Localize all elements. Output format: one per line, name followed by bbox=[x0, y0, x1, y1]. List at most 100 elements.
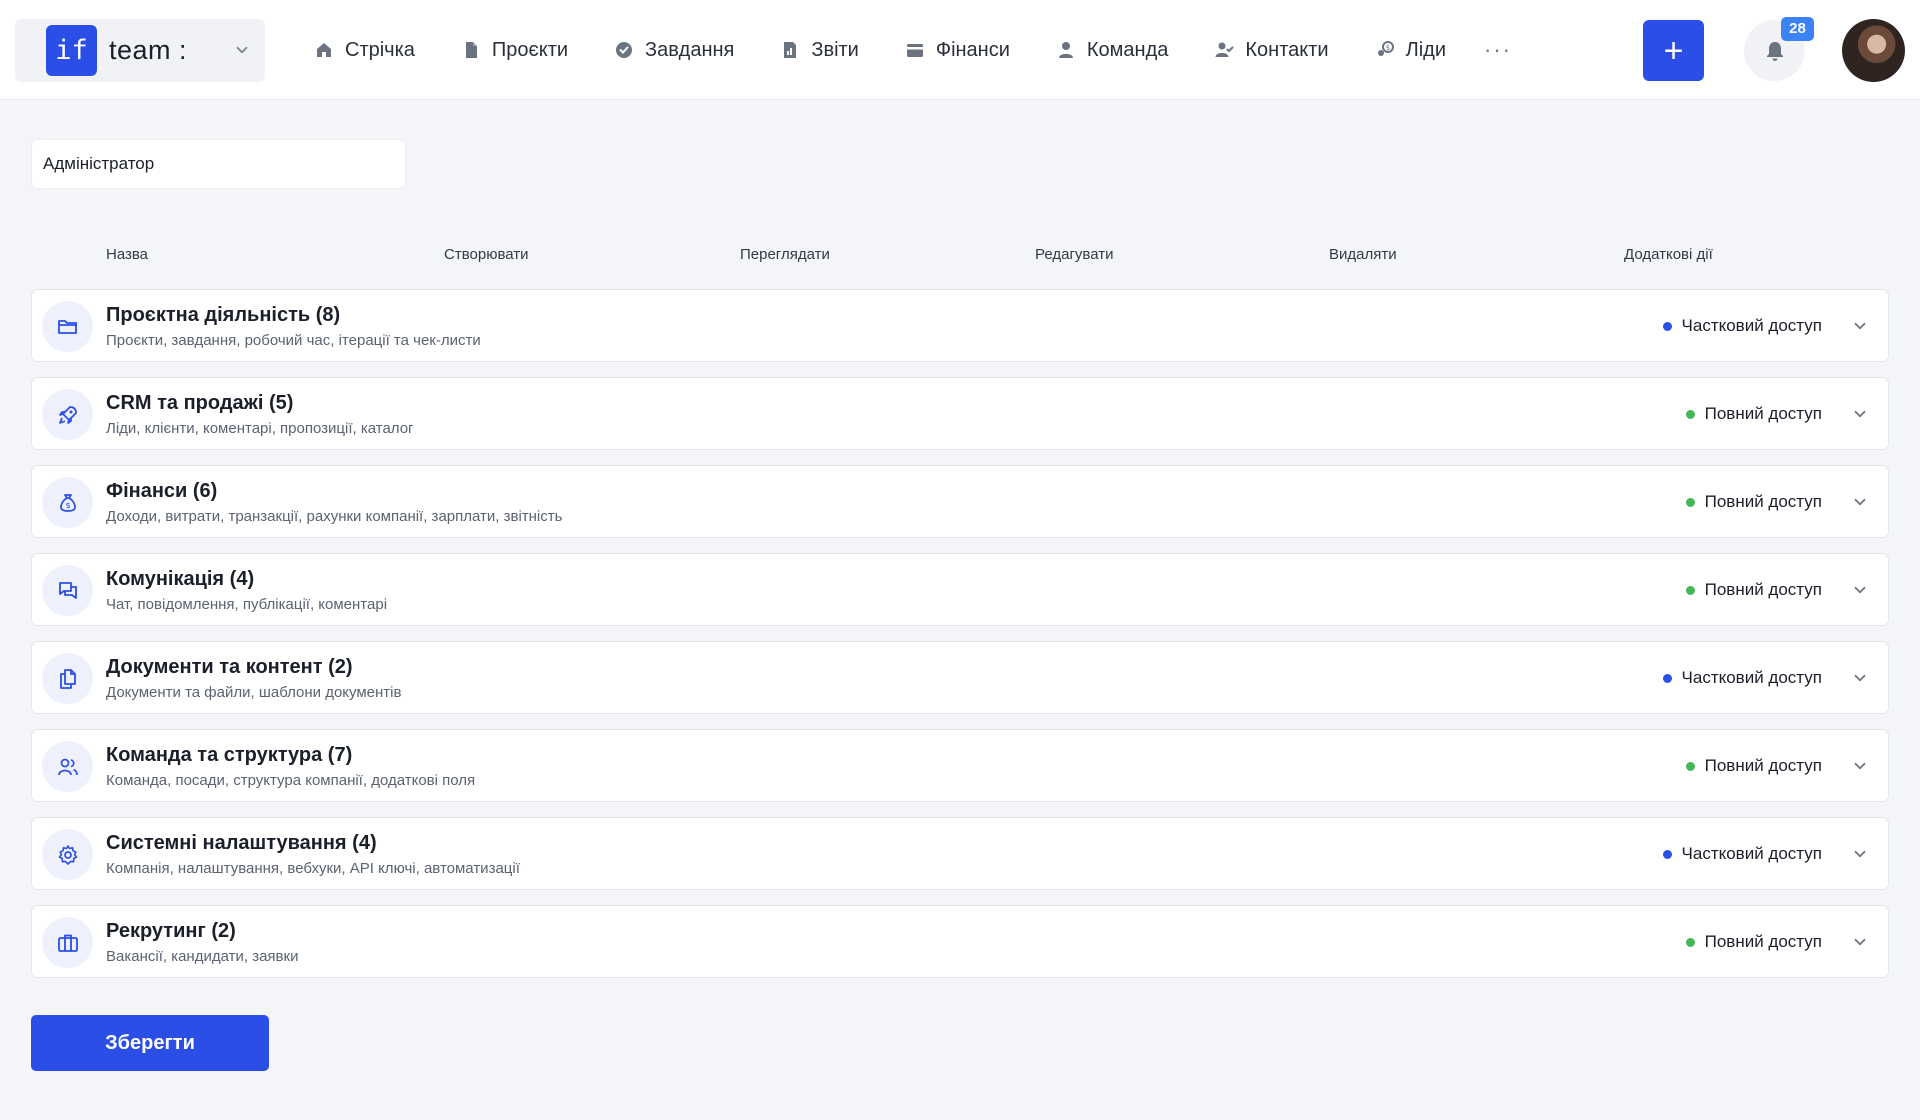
access-status-label: Частковий доступ bbox=[1681, 844, 1822, 863]
access-status-label: Повний доступ bbox=[1704, 932, 1822, 951]
money-bag-icon: $ bbox=[59, 493, 76, 512]
access-status-label: Повний доступ bbox=[1704, 756, 1822, 775]
access-status: Повний доступ bbox=[1685, 756, 1822, 776]
module-title: Системні налаштування (4) bbox=[106, 832, 377, 854]
status-dot bbox=[1685, 409, 1695, 419]
chevron-down-icon[interactable] bbox=[1851, 933, 1869, 951]
save-button[interactable]: Зберегти bbox=[31, 1015, 269, 1071]
module-row-system-settings[interactable]: Системні налаштування (4) Компанія, нала… bbox=[31, 817, 1889, 890]
contacts-icon bbox=[1214, 40, 1235, 60]
module-title: Документи та контент (2) bbox=[106, 656, 353, 678]
status-dot bbox=[1685, 937, 1695, 947]
access-status-label: Частковий доступ bbox=[1681, 316, 1822, 335]
module-description: Документи та файли, шаблони документів bbox=[106, 684, 402, 701]
wallet-icon bbox=[905, 40, 925, 60]
module-description: Вакансії, кандидати, заявки bbox=[106, 948, 299, 965]
top-header: if team : Стрічка Проєкти Завдання Звіти… bbox=[0, 0, 1920, 100]
module-description: Команда, посади, структура компанії, дод… bbox=[106, 772, 476, 789]
module-title: Рекрутинг (2) bbox=[106, 920, 236, 942]
chevron-down-icon[interactable] bbox=[1851, 581, 1869, 599]
nav-item-label: Проєкти bbox=[491, 38, 569, 61]
chevron-down-icon[interactable] bbox=[1851, 405, 1869, 423]
module-description: Проєкти, завдання, робочий час, ітерації… bbox=[106, 332, 481, 349]
module-row-communication[interactable]: Комунікація (4) Чат, повідомлення, публі… bbox=[31, 553, 1889, 626]
nav-item-team[interactable]: Команда bbox=[1056, 30, 1168, 70]
module-description: Доходи, витрати, транзакції, рахунки ком… bbox=[106, 508, 563, 525]
column-header-name: Назва bbox=[106, 246, 149, 263]
access-status: Повний доступ bbox=[1685, 404, 1822, 424]
module-row-recruiting[interactable]: Рекрутинг (2) Вакансії, кандидати, заявк… bbox=[31, 905, 1889, 978]
gear-icon bbox=[58, 844, 77, 865]
chevron-down-icon[interactable] bbox=[1851, 317, 1869, 335]
access-status: Повний доступ bbox=[1685, 932, 1822, 952]
module-row-documents[interactable]: Документи та контент (2) Документи та фа… bbox=[31, 641, 1889, 714]
status-dot bbox=[1662, 849, 1672, 859]
module-title: Фінанси (6) bbox=[106, 480, 218, 502]
access-status: Повний доступ bbox=[1685, 492, 1822, 512]
access-status: Частковий доступ bbox=[1662, 316, 1822, 336]
chevron-down-icon[interactable] bbox=[1851, 493, 1869, 511]
app-logo: if bbox=[46, 25, 97, 76]
access-status-label: Частковий доступ bbox=[1681, 668, 1822, 687]
status-dot bbox=[1662, 321, 1672, 331]
module-row-projects[interactable]: Проєктна діяльність (8) Проєкти, завданн… bbox=[31, 289, 1889, 362]
add-button[interactable]: + bbox=[1643, 20, 1704, 81]
nav-item-reports[interactable]: Звіти bbox=[780, 30, 859, 70]
notifications-badge: 28 bbox=[1781, 17, 1814, 41]
logo-text: if bbox=[55, 35, 88, 66]
team-icon bbox=[57, 758, 78, 775]
nav-item-projects[interactable]: Проєкти bbox=[461, 30, 568, 70]
module-title: Проєктна діяльність (8) bbox=[106, 304, 341, 326]
nav-item-label: Контакти bbox=[1245, 38, 1329, 61]
access-status-label: Повний доступ bbox=[1704, 492, 1822, 511]
briefcase-icon bbox=[57, 934, 78, 952]
column-header-view: Переглядати bbox=[740, 246, 830, 263]
svg-text:$: $ bbox=[65, 501, 70, 510]
module-title: Комунікація (4) bbox=[106, 568, 255, 590]
status-dot bbox=[1685, 497, 1695, 507]
module-row-crm[interactable]: CRM та продажі (5) Ліди, клієнти, комент… bbox=[31, 377, 1889, 450]
column-header-delete: Видаляти bbox=[1329, 246, 1397, 263]
nav-item-leads[interactable]: $ Ліди bbox=[1375, 30, 1446, 70]
workspace-switcher[interactable]: if team : bbox=[15, 19, 265, 82]
nav-item-label: Ліди bbox=[1405, 38, 1446, 61]
chevron-down-icon[interactable] bbox=[1851, 669, 1869, 687]
status-dot bbox=[1685, 585, 1695, 595]
more-nav-button[interactable]: ··· bbox=[1484, 37, 1512, 63]
module-row-team[interactable]: Команда та структура (7) Команда, посади… bbox=[31, 729, 1889, 802]
svg-text:$: $ bbox=[1385, 44, 1389, 52]
status-dot bbox=[1685, 761, 1695, 771]
nav-item-tasks[interactable]: Завдання bbox=[614, 30, 734, 70]
access-status: Частковий доступ bbox=[1662, 844, 1822, 864]
module-row-finance[interactable]: $ Фінанси (6) Доходи, витрати, транзакці… bbox=[31, 465, 1889, 538]
main-nav: Стрічка Проєкти Завдання Звіти Фінанси К… bbox=[314, 30, 1512, 70]
nav-item-label: Команда bbox=[1086, 38, 1169, 61]
access-status: Частковий доступ bbox=[1662, 668, 1822, 688]
nav-item-label: Стрічка bbox=[345, 38, 415, 61]
chevron-down-icon[interactable] bbox=[1851, 757, 1869, 775]
user-icon bbox=[1056, 40, 1076, 60]
role-name-input[interactable] bbox=[31, 139, 406, 189]
rocket-icon bbox=[58, 405, 77, 424]
folder-icon bbox=[57, 319, 77, 334]
leads-icon: $ bbox=[1375, 40, 1395, 60]
access-status: Повний доступ bbox=[1685, 580, 1822, 600]
chat-icon bbox=[58, 581, 77, 599]
nav-item-label: Фінанси bbox=[935, 38, 1010, 61]
chevron-down-icon bbox=[236, 46, 248, 54]
chevron-down-icon[interactable] bbox=[1851, 845, 1869, 863]
workspace-name: team : bbox=[109, 35, 188, 65]
column-header-create: Створювати bbox=[444, 246, 529, 263]
nav-item-label: Звіти bbox=[811, 38, 859, 61]
module-description: Ліди, клієнти, коментарі, пропозиції, ка… bbox=[106, 420, 414, 437]
module-title: Команда та структура (7) bbox=[106, 744, 353, 766]
module-title: CRM та продажі (5) bbox=[106, 392, 294, 414]
check-circle-icon bbox=[614, 40, 634, 60]
nav-item-contacts[interactable]: Контакти bbox=[1214, 30, 1329, 70]
nav-item-feed[interactable]: Стрічка bbox=[314, 30, 415, 70]
bell-icon bbox=[1766, 41, 1783, 61]
nav-item-finance[interactable]: Фінанси bbox=[905, 30, 1010, 70]
module-description: Компанія, налаштування, вебхуки, API клю… bbox=[106, 860, 520, 877]
column-header-extra-actions: Додаткові дії bbox=[1624, 246, 1713, 263]
user-avatar[interactable] bbox=[1842, 19, 1905, 82]
